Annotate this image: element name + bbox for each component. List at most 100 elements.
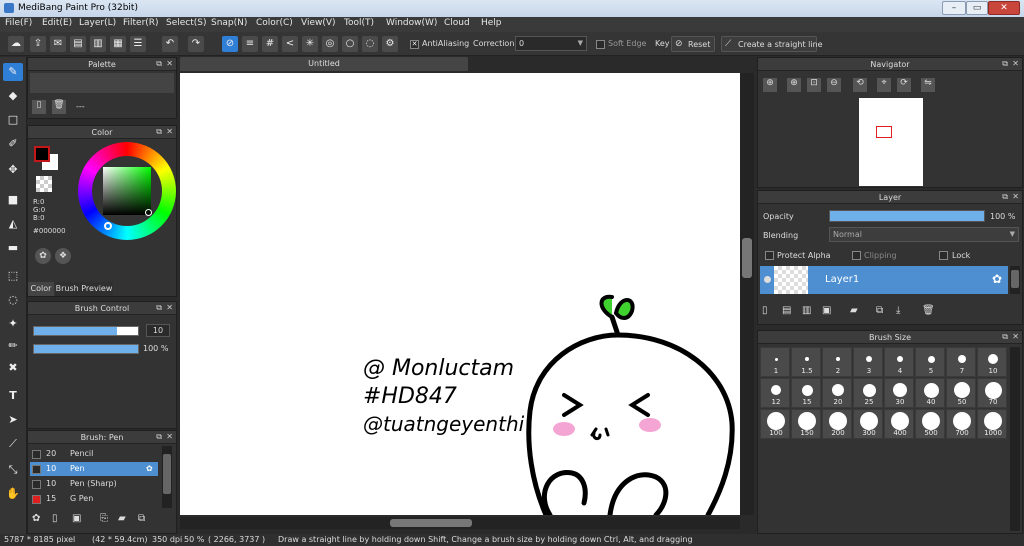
trash-icon[interactable]: 🗑: [52, 100, 66, 114]
brush-list-scrollbar[interactable]: [162, 446, 172, 508]
blending-select[interactable]: Normal ▼: [829, 227, 1019, 242]
layer-scrollbar[interactable]: [1010, 266, 1020, 294]
brush-size-option[interactable]: 100: [760, 409, 790, 439]
brush-size-option[interactable]: 70: [977, 378, 1007, 408]
menu-view[interactable]: View(V): [301, 18, 336, 28]
add-brush-icon[interactable]: ▣: [72, 513, 81, 524]
snap-off-icon[interactable]: ⊘: [222, 36, 238, 52]
brush-tool-icon[interactable]: ✎: [3, 63, 23, 81]
rotate-icon[interactable]: ⟲: [853, 78, 867, 92]
gear-icon[interactable]: ✿: [992, 272, 1002, 286]
brush-size-option[interactable]: 500: [915, 409, 945, 439]
magic-wand-icon[interactable]: ✦: [3, 315, 23, 333]
color-picker-handle[interactable]: [145, 209, 152, 216]
duplicate-layer-icon[interactable]: ⧉: [876, 305, 883, 316]
trash-icon[interactable]: 🗑: [922, 305, 935, 316]
flip-icon[interactable]: ⇋: [921, 78, 935, 92]
zoom-out-icon[interactable]: ⊖: [827, 78, 841, 92]
brush-size-option[interactable]: 12: [760, 378, 790, 408]
brush-size-option[interactable]: 2: [822, 347, 852, 377]
layer-opacity-slider[interactable]: [829, 210, 985, 222]
brush-size-option[interactable]: 50: [946, 378, 976, 408]
brush-settings-icon[interactable]: ✿: [32, 513, 40, 524]
document-icon[interactable]: ▤: [70, 36, 86, 52]
brush-size-option[interactable]: 25: [853, 378, 883, 408]
brush-size-option[interactable]: 5: [915, 347, 945, 377]
float-icon[interactable]: ⧉: [156, 127, 162, 137]
brush-size-option[interactable]: 40: [915, 378, 945, 408]
new-halftone-layer-icon[interactable]: ▤: [782, 305, 791, 316]
menu-layer[interactable]: Layer(L): [79, 18, 116, 28]
protect-alpha-checkbox[interactable]: [765, 251, 774, 260]
operation-tool-icon[interactable]: ➤: [3, 411, 23, 429]
export-icon[interactable]: ⇪: [30, 36, 46, 52]
pages-icon[interactable]: ▦: [110, 36, 126, 52]
brush-size-option[interactable]: 150: [791, 409, 821, 439]
rectangle-tool-icon[interactable]: □: [3, 111, 23, 129]
foreground-color-swatch[interactable]: [34, 146, 50, 162]
brush-item[interactable]: 10 Pen ✿: [30, 462, 158, 476]
color-palette-icon[interactable]: ✿: [35, 248, 51, 264]
brush-size-option[interactable]: 3: [853, 347, 883, 377]
brush-size-option[interactable]: 1.5: [791, 347, 821, 377]
folder-icon[interactable]: ▰: [850, 305, 858, 316]
gear-icon[interactable]: ✿: [146, 462, 153, 476]
concentric-snap-icon[interactable]: ◎: [322, 36, 338, 52]
hue-handle[interactable]: [104, 222, 112, 230]
close-icon[interactable]: ✕: [166, 303, 173, 312]
menu-tool[interactable]: Tool(T): [344, 18, 374, 28]
minimize-button[interactable]: –: [942, 1, 966, 15]
bucket-tool-icon[interactable]: ◭: [3, 215, 23, 233]
menu-color[interactable]: Color(C): [256, 18, 293, 28]
brush-opacity-slider[interactable]: [33, 344, 139, 354]
hand-tool-icon[interactable]: ✋: [3, 485, 23, 503]
correction-select[interactable]: 0 ▼: [515, 36, 587, 51]
lock-checkbox[interactable]: [939, 251, 948, 260]
float-icon[interactable]: ⧉: [1002, 332, 1008, 342]
soft-edge-checkbox[interactable]: [596, 40, 605, 49]
create-straight-line-button[interactable]: ⟋ Create a straight line: [721, 36, 823, 52]
eye-icon[interactable]: [764, 276, 771, 283]
undo-icon[interactable]: ↶: [162, 36, 178, 52]
saturation-square[interactable]: [103, 167, 151, 215]
close-icon[interactable]: ✕: [166, 432, 173, 441]
fill-rect-tool-icon[interactable]: ■: [3, 191, 23, 209]
new-brush-icon[interactable]: ▯: [52, 513, 58, 524]
divide-tool-icon[interactable]: ⟋: [3, 435, 23, 453]
curve-snap-icon[interactable]: ◌: [362, 36, 378, 52]
antialiasing-checkbox[interactable]: ✕: [410, 40, 419, 49]
menu-file[interactable]: File(F): [5, 18, 32, 28]
new-layer-icon[interactable]: ▯: [762, 305, 768, 316]
brush-size-slider[interactable]: [33, 326, 139, 336]
zoom-plus-icon[interactable]: ⊕: [787, 78, 801, 92]
hue-wheel[interactable]: [78, 142, 176, 240]
maximize-button[interactable]: ▭: [966, 1, 988, 15]
smudge-tool-icon[interactable]: ✐: [3, 135, 23, 153]
menu-cloud[interactable]: Cloud: [444, 18, 470, 28]
brush-size-option[interactable]: 700: [946, 409, 976, 439]
horizontal-scrollbar[interactable]: [180, 517, 740, 529]
parallel-snap-icon[interactable]: ≡: [242, 36, 258, 52]
reset-view-icon[interactable]: ⌖: [877, 78, 891, 92]
brush-size-option[interactable]: 1000: [977, 409, 1007, 439]
redo-icon[interactable]: ↷: [188, 36, 204, 52]
new-8bit-layer-icon[interactable]: ▥: [802, 305, 811, 316]
tab-brush-preview[interactable]: Brush Preview: [55, 282, 113, 296]
clipping-checkbox[interactable]: [852, 251, 861, 260]
perspective-snap-icon[interactable]: <: [282, 36, 298, 52]
float-icon[interactable]: ⧉: [156, 59, 162, 69]
layer-row-layer1[interactable]: Layer1 ✿: [760, 266, 1008, 294]
brush-item[interactable]: 20 Pencil: [30, 447, 158, 461]
zoom-in-icon[interactable]: ⊕: [763, 78, 777, 92]
brush-size-option[interactable]: 200: [822, 409, 852, 439]
brush-size-option[interactable]: 10: [977, 347, 1007, 377]
brush-size-scrollbar[interactable]: [1010, 347, 1020, 531]
menu-filter[interactable]: Filter(R): [123, 18, 159, 28]
duplicate-icon[interactable]: ⧉: [138, 513, 145, 524]
menu-window[interactable]: Window(W): [386, 18, 437, 28]
rotate-right-icon[interactable]: ⟳: [897, 78, 911, 92]
move-tool-icon[interactable]: ✥: [3, 161, 23, 179]
menu-select[interactable]: Select(S): [166, 18, 207, 28]
folder-icon[interactable]: ▰: [118, 513, 126, 524]
brush-size-value[interactable]: 10: [146, 324, 170, 337]
